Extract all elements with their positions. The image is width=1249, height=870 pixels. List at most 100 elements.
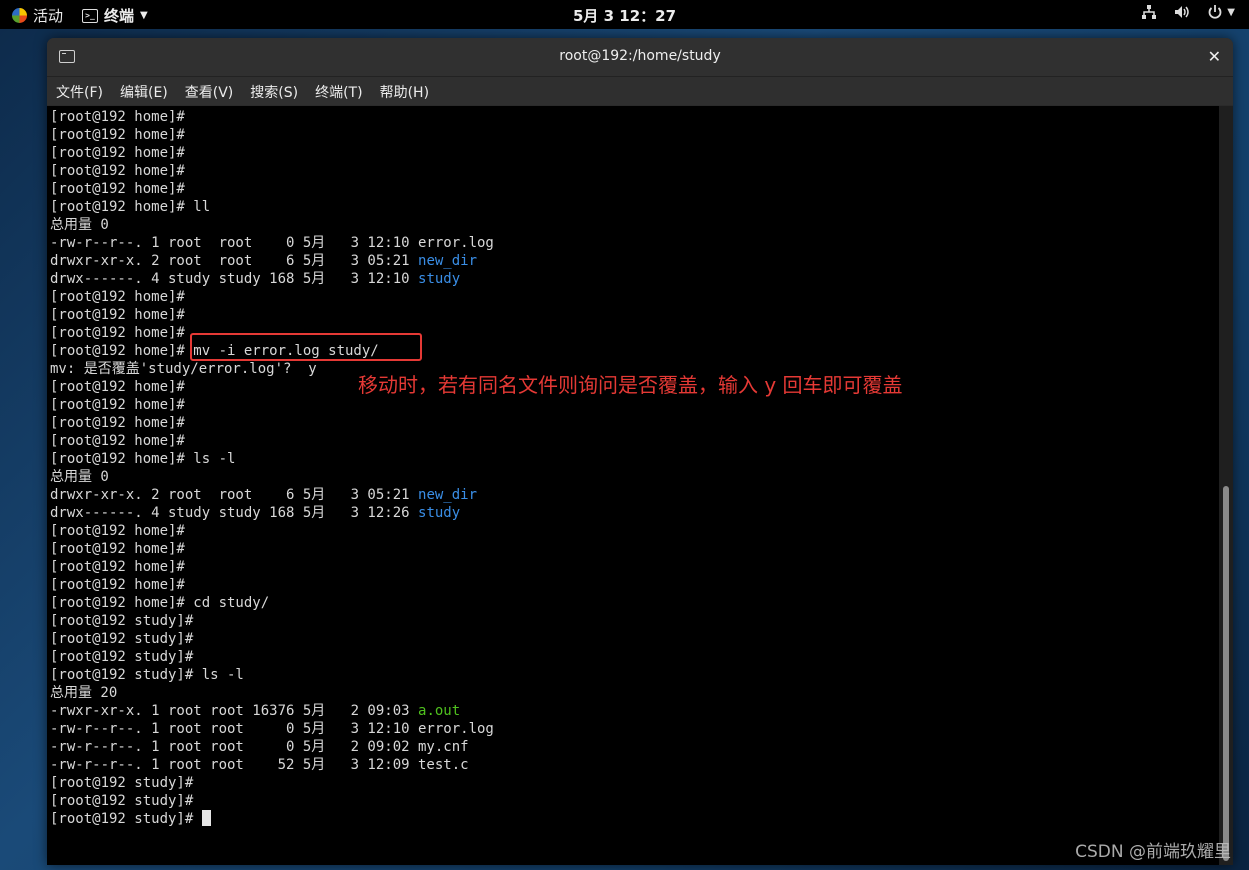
terminal-line: -rw-r--r--. 1 root root 52 5月 3 12:09 te… (50, 756, 494, 774)
menu-terminal[interactable]: 终端(T) (306, 77, 370, 105)
terminal-line: [root@192 study]# (50, 612, 494, 630)
top-bar: 活动 >_ 终端 ▼ 5月 3 12：27 ▼ (0, 0, 1249, 29)
terminal-text: [root@192 home]# (50, 109, 185, 125)
terminal-colored-text: a.out (418, 703, 461, 719)
terminal-line: [root@192 study]# (50, 648, 494, 666)
terminal-line: [root@192 study]# ls -l (50, 666, 494, 684)
terminal-text: [root@192 home]# (50, 163, 185, 179)
terminal-text: drwx------. 4 study study 168 5月 3 12:26 (50, 505, 419, 521)
highlight-box (190, 333, 422, 361)
terminal-text: 总用量 0 (50, 217, 109, 233)
text-cursor (201, 810, 211, 826)
terminal-text: [root@192 home]# (50, 577, 185, 593)
terminal-line: 总用量 0 (50, 468, 494, 486)
terminal-line: [root@192 study]# (50, 810, 494, 828)
terminal-text: drwxr-xr-x. 2 root root 6 5月 3 05:21 (50, 253, 419, 269)
terminal-text: mv: 是否覆盖'study/error.log'? y (50, 361, 317, 377)
terminal-scrollbar[interactable] (1219, 106, 1233, 865)
terminal-text: -rw-r--r--. 1 root root 52 5月 3 12:09 te… (50, 757, 469, 773)
terminal-line: drwxr-xr-x. 2 root root 6 5月 3 05:21 new… (50, 252, 494, 270)
terminal-text: [root@192 home]# (50, 397, 185, 413)
terminal-line: -rw-r--r--. 1 root root 0 5月 3 12:10 err… (50, 234, 494, 252)
terminal-text: [root@192 home]# (50, 559, 185, 575)
menu-help[interactable]: 帮助(H) (371, 77, 437, 105)
terminal-text: [root@192 study]# (50, 811, 202, 827)
terminal-text: [root@192 home]# (50, 307, 185, 323)
terminal-line: [root@192 home]# ls -l (50, 450, 494, 468)
terminal-text: -rw-r--r--. 1 root root 0 5月 2 09:02 my.… (50, 739, 469, 755)
terminal-line: [root@192 home]# (50, 396, 494, 414)
terminal-line: [root@192 home]# (50, 576, 494, 594)
power-icon (1208, 5, 1222, 19)
terminal-text: [root@192 study]# (50, 649, 194, 665)
terminal-text: 总用量 0 (50, 469, 109, 485)
terminal-text: [root@192 study]# ls -l (50, 667, 244, 683)
terminal-line: [root@192 home]# (50, 558, 494, 576)
terminal-line: [root@192 home]# (50, 288, 494, 306)
terminal-text: [root@192 study]# (50, 793, 194, 809)
chevron-down-icon: ▼ (1227, 6, 1235, 18)
terminal-colored-text: new_dir (418, 487, 478, 503)
terminal-line: [root@192 study]# (50, 792, 494, 810)
clock[interactable]: 5月 3 12：27 (0, 5, 1249, 26)
terminal-line: [root@192 home]# (50, 144, 494, 162)
terminal-colored-text: new_dir (418, 253, 478, 269)
terminal-line: [root@192 home]# (50, 162, 494, 180)
menu-bar: 文件(F) 编辑(E) 查看(V) 搜索(S) 终端(T) 帮助(H) (47, 77, 1233, 105)
terminal-line: drwx------. 4 study study 168 5月 3 12:26… (50, 504, 494, 522)
network-icon (1142, 5, 1157, 19)
terminal-text: -rw-r--r--. 1 root root 0 5月 3 12:10 err… (50, 235, 494, 251)
terminal-text: -rw-r--r--. 1 root root 0 5月 3 12:10 err… (50, 721, 494, 737)
terminal-line: [root@192 home]# (50, 306, 494, 324)
terminal-colored-text: study (418, 271, 461, 287)
terminal-line: drwx------. 4 study study 168 5月 3 12:10… (50, 270, 494, 288)
terminal-text: [root@192 home]# ls -l (50, 451, 236, 467)
terminal-line: [root@192 home]# (50, 126, 494, 144)
terminal-line: [root@192 home]# (50, 432, 494, 450)
terminal-text: [root@192 home]# (50, 145, 185, 161)
terminal-line: -rw-r--r--. 1 root root 0 5月 3 12:10 err… (50, 720, 494, 738)
terminal-line: [root@192 study]# (50, 630, 494, 648)
menu-view[interactable]: 查看(V) (176, 77, 242, 105)
system-menu[interactable]: ▼ (1141, 4, 1235, 20)
window-title: root@192:/home/study (559, 48, 721, 64)
window-titlebar[interactable]: root@192:/home/study ✕ (47, 38, 1233, 77)
terminal-line: [root@192 home]# ll (50, 198, 494, 216)
terminal-text: 总用量 20 (50, 685, 118, 701)
close-button[interactable]: ✕ (1208, 47, 1221, 66)
terminal-text: [root@192 home]# (50, 181, 185, 197)
terminal-line: -rwxr-xr-x. 1 root root 16376 5月 2 09:03… (50, 702, 494, 720)
terminal-colored-text: study (418, 505, 461, 521)
terminal-line: 总用量 20 (50, 684, 494, 702)
terminal-lines: [root@192 home]# [root@192 home]# [root@19… (50, 108, 494, 828)
terminal-text: -rwxr-xr-x. 1 root root 16376 5月 2 09:03 (50, 703, 419, 719)
terminal-text: [root@192 home]# ll (50, 199, 211, 215)
menu-search[interactable]: 搜索(S) (241, 77, 306, 105)
terminal-text: [root@192 home]# (50, 325, 185, 341)
terminal-line: [root@192 home]# (50, 180, 494, 198)
terminal-text: drwxr-xr-x. 2 root root 6 5月 3 05:21 (50, 487, 419, 503)
terminal-text: [root@192 home]# (50, 433, 185, 449)
terminal-output[interactable]: [root@192 home]# [root@192 home]# [root@19… (47, 106, 1219, 865)
terminal-line: 总用量 0 (50, 216, 494, 234)
terminal-line: [root@192 home]# (50, 108, 494, 126)
volume-icon (1175, 6, 1190, 18)
menu-edit[interactable]: 编辑(E) (111, 77, 176, 105)
terminal-text: [root@192 home]# (50, 289, 185, 305)
terminal-text: [root@192 home]# (50, 127, 185, 143)
terminal-text: [root@192 home]# (50, 541, 185, 557)
terminal-text: [root@192 study]# (50, 775, 194, 791)
terminal-line: drwxr-xr-x. 2 root root 6 5月 3 05:21 new… (50, 486, 494, 504)
terminal-line: [root@192 home]# cd study/ (50, 594, 494, 612)
menu-file[interactable]: 文件(F) (47, 77, 111, 105)
terminal-text: [root@192 home]# (50, 415, 185, 431)
terminal-line: [root@192 home]# (50, 414, 494, 432)
terminal-line: [root@192 home]# (50, 522, 494, 540)
terminal-text: [root@192 study]# (50, 631, 194, 647)
terminal-line: -rw-r--r--. 1 root root 0 5月 2 09:02 my.… (50, 738, 494, 756)
scrollbar-thumb[interactable] (1223, 486, 1229, 861)
terminal-window: root@192:/home/study ✕ 文件(F) 编辑(E) 查看(V)… (47, 38, 1233, 865)
watermark: CSDN @前端玖耀里 (1075, 842, 1231, 862)
terminal-text: [root@192 home]# (50, 379, 185, 395)
terminal-text: [root@192 study]# (50, 613, 194, 629)
